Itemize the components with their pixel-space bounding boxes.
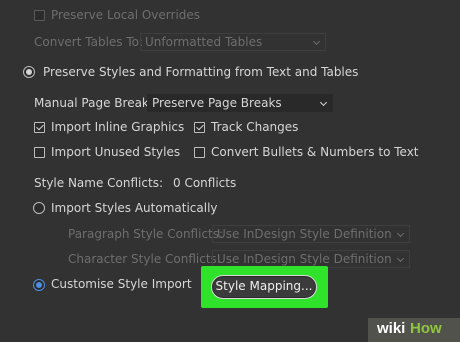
import-styles-automatically-label: Import Styles Automatically [51,201,218,215]
convert-tables-to-value: Unformatted Tables [145,35,263,49]
style-mapping-button[interactable]: Style Mapping... [211,275,317,299]
paragraph-style-conflicts-label: Paragraph Style Conflicts: [68,227,224,241]
chevron-down-icon [396,254,405,263]
character-style-conflicts-label: Character Style Conflicts: [68,252,221,266]
convert-tables-to-label: Convert Tables To: [34,35,144,49]
watermark-wiki: wiki [377,320,406,337]
convert-bullets-label: Convert Bullets & Numbers to Text [211,145,419,159]
preserve-local-overrides-checkbox[interactable] [34,10,45,21]
track-changes-checkbox[interactable] [194,122,205,133]
track-changes-label: Track Changes [211,120,299,134]
import-inline-graphics-label: Import Inline Graphics [51,120,185,134]
preserve-styles-label: Preserve Styles and Formatting from Text… [43,65,359,79]
manual-page-breaks-dropdown[interactable]: Preserve Page Breaks [147,94,333,112]
import-styles-automatically-radio[interactable] [33,202,45,214]
chevron-down-icon [312,37,321,46]
manual-page-breaks-label: Manual Page Breaks: [34,96,160,110]
chevron-down-icon [319,98,328,107]
paragraph-style-conflicts-value: Use InDesign Style Definition [217,227,392,241]
import-unused-styles-checkbox[interactable] [34,147,45,158]
style-name-conflicts-value: 0 Conflicts [173,176,237,190]
preserve-local-overrides-label: Preserve Local Overrides [51,8,201,22]
chevron-down-icon [396,229,405,238]
style-name-conflicts-label: Style Name Conflicts: [34,176,163,190]
preserve-styles-radio[interactable] [23,66,35,78]
import-unused-styles-label: Import Unused Styles [51,145,181,159]
paragraph-style-conflicts-dropdown[interactable]: Use InDesign Style Definition [212,225,410,243]
convert-bullets-checkbox[interactable] [194,147,205,158]
customise-style-import-label: Customise Style Import [51,277,192,291]
customise-style-import-radio[interactable] [33,279,45,291]
character-style-conflicts-value: Use InDesign Style Definition [217,252,392,266]
watermark-how: How [410,320,442,337]
import-inline-graphics-checkbox[interactable] [34,122,45,133]
convert-tables-to-dropdown[interactable]: Unformatted Tables [140,33,326,51]
manual-page-breaks-value: Preserve Page Breaks [152,96,282,110]
